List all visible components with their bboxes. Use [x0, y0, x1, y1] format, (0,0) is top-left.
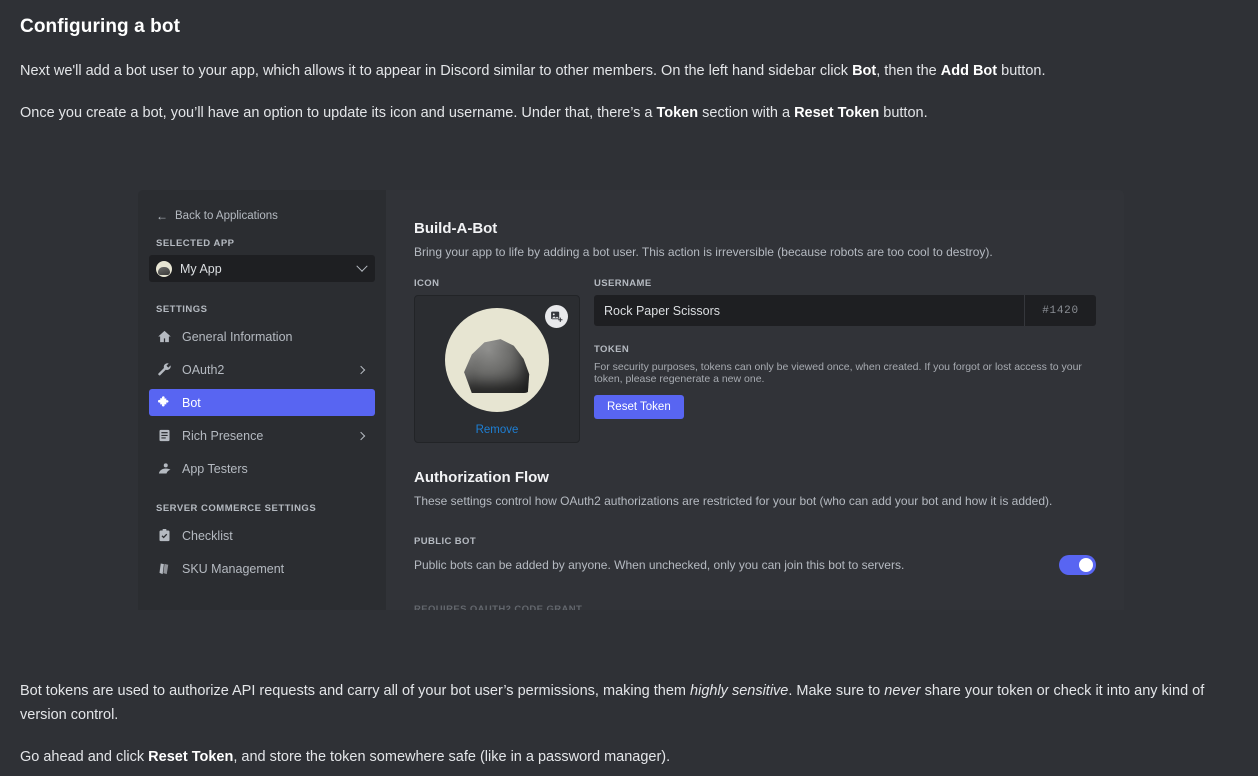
build-a-bot-subtitle: Bring your app to life by adding a bot u… [414, 245, 1096, 259]
icon-label: ICON [414, 278, 580, 289]
p1-bold-add-bot: Add Bot [941, 63, 997, 79]
intro-paragraph-2: Once you create a bot, you’ll have an op… [20, 101, 1240, 125]
public-bot-toggle[interactable] [1059, 555, 1096, 575]
bot-avatar[interactable] [445, 308, 549, 412]
token-section: TOKEN For security purposes, tokens can … [594, 344, 1096, 419]
sidebar-item-bot[interactable]: Bot [149, 389, 375, 416]
build-a-bot-title: Build-A-Bot [414, 220, 1096, 237]
reset-token-button[interactable]: Reset Token [594, 395, 684, 419]
tags-icon [156, 561, 172, 577]
p4-text-c: , and store the token somewhere safe (li… [233, 749, 670, 765]
sidebar-item-sku-management[interactable]: SKU Management [149, 555, 375, 582]
app-selector-dropdown[interactable]: My App [149, 255, 375, 282]
image-add-icon[interactable] [545, 305, 568, 328]
p1-bold-bot: Bot [852, 63, 876, 79]
authorization-flow-subtitle: These settings control how OAuth2 author… [414, 494, 1096, 508]
sidebar-item-label: Bot [182, 396, 367, 410]
p1-text-a: Next we'll add a bot user to your app, w… [20, 63, 852, 79]
p4-text-a: Go ahead and click [20, 749, 148, 765]
sidebar: ← Back to Applications SELECTED APP My A… [138, 190, 386, 610]
p1-text-c: , then the [876, 63, 941, 79]
chevron-down-icon [356, 260, 367, 271]
outro-paragraph-1: Bot tokens are used to authorize API req… [20, 679, 1240, 727]
p2-text-a: Once you create a bot, you’ll have an op… [20, 105, 657, 121]
p3-text-a: Bot tokens are used to authorize API req… [20, 683, 690, 699]
sidebar-item-label: Checklist [182, 529, 367, 543]
username-value: Rock Paper Scissors [594, 304, 1024, 318]
sidebar-item-oauth2[interactable]: OAuth2 [149, 356, 375, 383]
p3-italic-never: never [884, 683, 920, 699]
page-title: Configuring a bot [20, 16, 180, 38]
sidebar-item-app-testers[interactable]: App Testers [149, 455, 375, 482]
person-icon [156, 461, 172, 477]
token-description: For security purposes, tokens can only b… [594, 361, 1096, 385]
sidebar-item-label: General Information [182, 330, 367, 344]
sidebar-item-label: OAuth2 [182, 363, 348, 377]
public-bot-description: Public bots can be added by anyone. When… [414, 558, 1059, 572]
bot-icon-card[interactable]: Remove [414, 295, 580, 443]
remove-icon-link[interactable]: Remove [476, 424, 519, 436]
p1-text-d: button. [997, 63, 1045, 79]
discriminator: #1420 [1024, 295, 1096, 326]
wrench-icon [156, 362, 172, 378]
p3-italic-sensitive: highly sensitive [690, 683, 788, 699]
p2-bold-reset-token: Reset Token [794, 105, 879, 121]
outro-paragraph-2: Go ahead and click Reset Token, and stor… [20, 745, 1240, 769]
username-column: USERNAME Rock Paper Scissors #1420 TOKEN… [594, 278, 1096, 443]
sidebar-item-checklist[interactable]: Checklist [149, 522, 375, 549]
sidebar-item-label: SKU Management [182, 562, 367, 576]
username-input[interactable]: Rock Paper Scissors #1420 [594, 295, 1096, 326]
p2-text-d: button. [879, 105, 927, 121]
sidebar-item-label: Rich Presence [182, 429, 348, 443]
sidebar-item-rich-presence[interactable]: Rich Presence [149, 422, 375, 449]
username-label: USERNAME [594, 278, 1096, 289]
rock-image [462, 338, 532, 393]
cut-off-section-label: REQUIRES OAUTH2 CODE GRANT [414, 604, 582, 610]
chevron-right-icon [357, 431, 365, 439]
back-to-applications-link[interactable]: ← Back to Applications [149, 190, 375, 222]
chevron-right-icon [357, 365, 365, 373]
embedded-screenshot: ← Back to Applications SELECTED APP My A… [138, 190, 1124, 610]
sidebar-item-general-information[interactable]: General Information [149, 323, 375, 350]
documentation-page: Configuring a bot Next we'll add a bot u… [0, 0, 1258, 776]
document-icon [156, 428, 172, 444]
p3-text-c: . Make sure to [788, 683, 884, 699]
authorization-flow-title: Authorization Flow [414, 469, 1096, 486]
token-label: TOKEN [594, 344, 1096, 355]
intro-paragraph-1: Next we'll add a bot user to your app, w… [20, 59, 1240, 83]
selected-app-heading: SELECTED APP [149, 238, 375, 249]
public-bot-label: PUBLIC BOT [414, 536, 1096, 547]
back-link-label: Back to Applications [175, 210, 278, 222]
sidebar-item-label: App Testers [182, 462, 367, 476]
p2-bold-token: Token [657, 105, 699, 121]
arrow-left-icon: ← [156, 210, 168, 222]
clipboard-check-icon [156, 528, 172, 544]
home-icon [156, 329, 172, 345]
p2-text-c: section with a [698, 105, 794, 121]
commerce-heading: SERVER COMMERCE SETTINGS [149, 503, 375, 514]
p4-bold-reset-token: Reset Token [148, 749, 233, 765]
public-bot-row: Public bots can be added by anyone. When… [414, 555, 1096, 575]
icon-username-row: ICON Remove USERNAME Rock Paper [414, 278, 1096, 443]
app-avatar-icon [156, 261, 172, 277]
app-selector-value: My App [180, 262, 350, 276]
settings-heading: SETTINGS [149, 304, 375, 315]
icon-column: ICON Remove [414, 278, 580, 443]
puzzle-piece-icon [156, 395, 172, 411]
main-panel: Build-A-Bot Bring your app to life by ad… [386, 190, 1124, 610]
